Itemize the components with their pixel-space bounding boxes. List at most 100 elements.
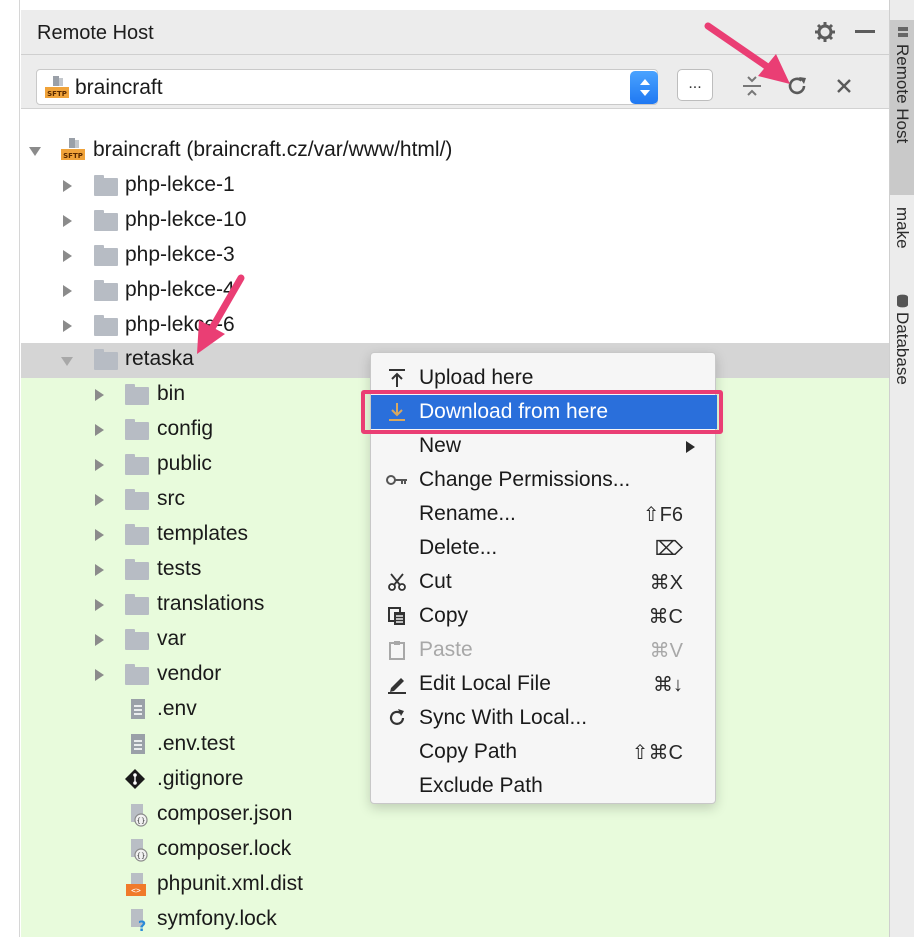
- sync-icon: [385, 706, 409, 730]
- scissors-icon: [385, 570, 409, 594]
- tool-tab-label: Database: [893, 312, 912, 385]
- download-icon: [385, 400, 409, 424]
- left-editor-edge: [0, 0, 20, 937]
- menu-item-label: Delete...: [419, 536, 498, 559]
- menu-item-label: Copy: [419, 604, 469, 627]
- gear-icon[interactable]: [811, 18, 839, 46]
- tool-tab-database[interactable]: Database: [890, 290, 914, 420]
- copy-icon: [385, 604, 409, 628]
- collapsed-arrow-icon[interactable]: [95, 634, 104, 646]
- menu-item-exclude-path[interactable]: Exclude Path: [371, 769, 717, 803]
- close-icon[interactable]: [829, 71, 859, 101]
- unknown-file-icon: ?: [131, 909, 146, 933]
- file-label: .gitignore: [157, 767, 244, 790]
- expanded-arrow-icon[interactable]: [61, 357, 73, 366]
- folder-label: tests: [157, 557, 202, 580]
- tree-folder-row[interactable]: php-lekce-10: [21, 204, 889, 239]
- collapsed-arrow-icon[interactable]: [63, 215, 72, 227]
- menu-item-cut[interactable]: Cut ⌘X: [371, 565, 717, 599]
- menu-item-paste[interactable]: Paste ⌘V: [371, 633, 717, 667]
- collapsed-arrow-icon[interactable]: [63, 320, 72, 332]
- collapsed-arrow-icon[interactable]: [95, 599, 104, 611]
- folder-icon: [94, 280, 118, 301]
- menu-item-shortcut: ⌘V: [649, 640, 683, 662]
- menu-item-label: Change Permissions...: [419, 468, 631, 491]
- folder-icon: [94, 315, 118, 336]
- text-file-icon: [131, 699, 145, 719]
- folder-icon: [125, 629, 149, 650]
- tool-tab-label: Remote Host: [893, 44, 912, 144]
- file-label: symfony.lock: [157, 907, 277, 930]
- menu-item-sync-with-local[interactable]: Sync With Local...: [371, 701, 717, 735]
- folder-icon: [125, 384, 149, 405]
- menu-item-copy[interactable]: Copy ⌘C: [371, 599, 717, 633]
- folder-label: public: [157, 452, 212, 475]
- refresh-icon[interactable]: [782, 71, 812, 101]
- tree-root-label: braincraft (braincraft.cz/var/www/html/): [93, 138, 453, 161]
- context-menu: Upload here Download from here New Chang…: [361, 352, 723, 804]
- collapse-all-icon[interactable]: [737, 71, 767, 101]
- file-label: .env.test: [157, 732, 235, 755]
- expanded-arrow-icon[interactable]: [29, 147, 41, 156]
- menu-item-new[interactable]: New: [371, 429, 717, 463]
- folder-label: php-lekce-4: [125, 278, 235, 301]
- menu-item-change-permissions[interactable]: Change Permissions...: [371, 463, 717, 497]
- file-label: composer.lock: [157, 837, 292, 860]
- tree-folder-row[interactable]: php-lekce-1: [21, 169, 889, 204]
- menu-item-shortcut: ⇧⌘C: [631, 742, 683, 764]
- composer-file-icon: {}: [131, 804, 148, 827]
- paste-icon: [385, 638, 409, 662]
- collapsed-arrow-icon[interactable]: [63, 285, 72, 297]
- folder-label: src: [157, 487, 185, 510]
- menu-item-rename[interactable]: Rename... ⇧F6: [371, 497, 717, 531]
- minimize-icon[interactable]: [851, 18, 879, 46]
- tool-tab-remote-host[interactable]: Remote Host: [890, 20, 914, 195]
- collapsed-arrow-icon[interactable]: [95, 564, 104, 576]
- folder-label: vendor: [157, 662, 222, 685]
- select-stepper-icon[interactable]: [630, 71, 658, 104]
- folder-label: php-lekce-10: [125, 208, 247, 231]
- file-label: .env: [157, 697, 197, 720]
- collapsed-arrow-icon[interactable]: [95, 494, 104, 506]
- git-icon: [125, 769, 145, 789]
- folder-icon: [125, 559, 149, 580]
- tree-folder-row[interactable]: php-lekce-6: [21, 309, 889, 344]
- menu-item-upload-here[interactable]: Upload here: [371, 361, 717, 395]
- collapsed-arrow-icon[interactable]: [63, 250, 72, 262]
- menu-item-label: Paste: [419, 638, 473, 661]
- menu-item-delete[interactable]: Delete... ⌦: [371, 531, 717, 565]
- folder-icon: [125, 594, 149, 615]
- folder-label: var: [157, 627, 187, 650]
- tree-file-row[interactable]: {} composer.lock: [21, 833, 889, 868]
- tree-root-row[interactable]: SFTP braincraft (braincraft.cz/var/www/h…: [21, 134, 889, 169]
- menu-item-shortcut: ⌘C: [648, 606, 683, 628]
- browse-button[interactable]: ...: [677, 69, 713, 101]
- svg-text:SFTP: SFTP: [63, 152, 83, 160]
- folder-label: templates: [157, 522, 249, 545]
- menu-item-label: Copy Path: [419, 740, 518, 763]
- tool-tab-label: make: [893, 207, 912, 249]
- folder-label: config: [157, 417, 214, 440]
- tool-tab-make[interactable]: make: [890, 205, 914, 280]
- tree-file-row[interactable]: ? symfony.lock: [21, 903, 889, 937]
- key-icon: [385, 468, 409, 492]
- collapsed-arrow-icon[interactable]: [95, 389, 104, 401]
- collapsed-arrow-icon[interactable]: [95, 424, 104, 436]
- tree-folder-row[interactable]: php-lekce-3: [21, 239, 889, 274]
- menu-item-copy-path[interactable]: Copy Path ⇧⌘C: [371, 735, 717, 769]
- menu-item-download-from-here[interactable]: Download from here: [361, 390, 723, 434]
- text-file-icon: [131, 734, 145, 754]
- folder-label: retaska: [125, 347, 194, 370]
- panel-header: Remote Host: [21, 10, 889, 55]
- toolbar: SFTP braincraft ...: [21, 55, 889, 109]
- tree-folder-row[interactable]: php-lekce-4: [21, 274, 889, 309]
- collapsed-arrow-icon[interactable]: [95, 669, 104, 681]
- collapsed-arrow-icon[interactable]: [95, 529, 104, 541]
- tree-file-row[interactable]: <> phpunit.xml.dist: [21, 868, 889, 903]
- menu-item-edit-local-file[interactable]: Edit Local File ⌘↓: [371, 667, 717, 701]
- pencil-icon: [385, 672, 409, 696]
- server-select[interactable]: SFTP braincraft: [36, 69, 658, 105]
- collapsed-arrow-icon[interactable]: [95, 459, 104, 471]
- folder-label: translations: [157, 592, 265, 615]
- collapsed-arrow-icon[interactable]: [63, 180, 72, 192]
